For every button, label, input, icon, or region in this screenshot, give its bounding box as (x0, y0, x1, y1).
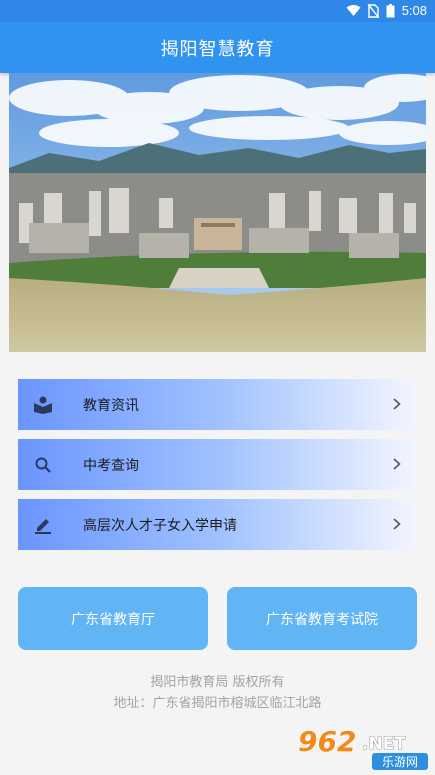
menu-item-label: 教育资讯 (83, 397, 139, 414)
footer-address: 地址：广东省揭阳市榕城区临江北路 (113, 696, 322, 711)
search-icon (18, 439, 68, 490)
gd-exam-authority-button[interactable]: 广东省教育考试院 (227, 587, 417, 650)
menu-item-exam-query[interactable]: 中考查询 (18, 439, 417, 490)
battery-icon (386, 3, 395, 17)
pencil-edit-icon (18, 499, 68, 550)
app-bar: 揭阳智慧教育 (0, 22, 435, 73)
site-watermark-logo: 962 .NET 乐游网 (296, 724, 431, 771)
status-time: 5:08 (401, 3, 427, 18)
menu-item-talent-admission[interactable]: 高层次人才子女入学申请 (18, 499, 417, 550)
app-title: 揭阳智慧教育 (160, 38, 275, 60)
wifi-icon (346, 5, 361, 16)
chevron-right-icon (377, 455, 417, 474)
gd-education-department-button[interactable]: 广东省教育厅 (18, 587, 208, 650)
book-reader-icon (18, 379, 68, 430)
chevron-right-icon (377, 515, 417, 534)
city-banner-image (9, 73, 426, 352)
status-bar: 5:08 (0, 0, 435, 22)
footer-copyright: 揭阳市教育局 版权所有 (150, 675, 285, 690)
menu-item-education-news[interactable]: 教育资讯 (18, 379, 417, 430)
menu-item-label: 高层次人才子女入学申请 (83, 517, 237, 534)
svg-text:.NET: .NET (362, 734, 406, 754)
chevron-right-icon (377, 395, 417, 414)
no-sim-icon (367, 3, 379, 18)
svg-text:962: 962 (298, 725, 356, 758)
svg-text:乐游网: 乐游网 (382, 755, 418, 769)
menu-item-label: 中考查询 (83, 457, 139, 474)
status-icons: 5:08 (346, 3, 427, 18)
